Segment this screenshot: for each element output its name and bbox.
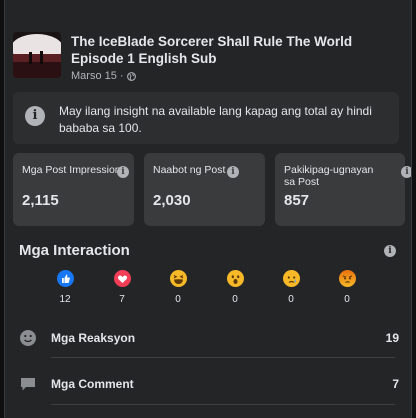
haha-icon	[169, 270, 187, 287]
like-icon	[56, 270, 74, 287]
stat-card-engagement: Pakikipag-ugnayan sa Post i 857	[275, 153, 411, 226]
reaction-love[interactable]: 7	[110, 270, 134, 305]
reaction-count: 7	[119, 294, 125, 305]
stat-label: Naabot ng Post	[153, 164, 226, 176]
stat-label: Pakikipag-ugnayan sa Post	[284, 164, 374, 188]
reaction-count: 0	[288, 294, 294, 305]
sad-icon	[282, 270, 300, 287]
row-value: 7	[392, 377, 399, 391]
reaction-angry[interactable]: 0	[335, 270, 359, 305]
wow-icon	[226, 270, 244, 287]
post-thumbnail[interactable]	[13, 32, 61, 78]
reaction-count: 0	[175, 294, 181, 305]
reaction-haha[interactable]: 0	[166, 270, 190, 305]
info-icon[interactable]: i	[401, 166, 411, 178]
stat-label: Mga Post Impression	[22, 164, 121, 176]
meta-separator: ·	[119, 70, 124, 82]
stat-value: 2,115	[22, 192, 59, 209]
post-date: Marso 15	[71, 70, 117, 82]
insights-panel: The IceBlade Sorcerer Shall Rule The Wor…	[4, 0, 412, 418]
divider	[51, 357, 395, 358]
reaction-sad[interactable]: 0	[279, 270, 303, 305]
angry-icon	[338, 270, 356, 287]
notice-text: May ilang insight na available lang kapa…	[59, 104, 372, 135]
info-icon[interactable]: i	[117, 166, 129, 178]
globe-icon	[126, 71, 136, 81]
insights-notice: i May ilang insight na available lang ka…	[13, 92, 399, 144]
reaction-wow[interactable]: 0	[223, 270, 247, 305]
reactions-row[interactable]: Mga Reaksyon 19	[19, 325, 399, 355]
reaction-like[interactable]: 12	[53, 270, 77, 305]
stat-card-reach: Naabot ng Post i 2,030	[144, 153, 265, 226]
comment-icon	[21, 378, 35, 391]
info-icon: i	[25, 106, 45, 126]
stat-value: 857	[284, 192, 310, 209]
heart-icon	[113, 270, 131, 287]
post-meta: Marso 15 ·	[71, 70, 136, 82]
stat-value: 2,030	[153, 192, 191, 209]
divider	[51, 404, 395, 405]
comments-row[interactable]: Mga Comment 7	[19, 371, 399, 401]
post-title[interactable]: The IceBlade Sorcerer Shall Rule The Wor…	[71, 33, 401, 67]
interactions-title: Mga Interaction	[19, 242, 130, 259]
reaction-count: 12	[59, 294, 71, 305]
row-label: Mga Reaksyon	[51, 331, 136, 345]
smiley-icon	[20, 330, 36, 346]
stat-card-impressions: Mga Post Impression i 2,115	[13, 153, 134, 226]
info-icon[interactable]: i	[227, 166, 239, 178]
reaction-count: 0	[232, 294, 238, 305]
post-header: The IceBlade Sorcerer Shall Rule The Wor…	[13, 30, 401, 84]
reaction-breakdown: 12 7 0 0 0 0	[53, 270, 373, 314]
info-icon[interactable]: i	[384, 245, 396, 257]
reaction-count: 0	[344, 294, 350, 305]
row-label: Mga Comment	[51, 377, 134, 391]
row-value: 19	[385, 331, 399, 345]
